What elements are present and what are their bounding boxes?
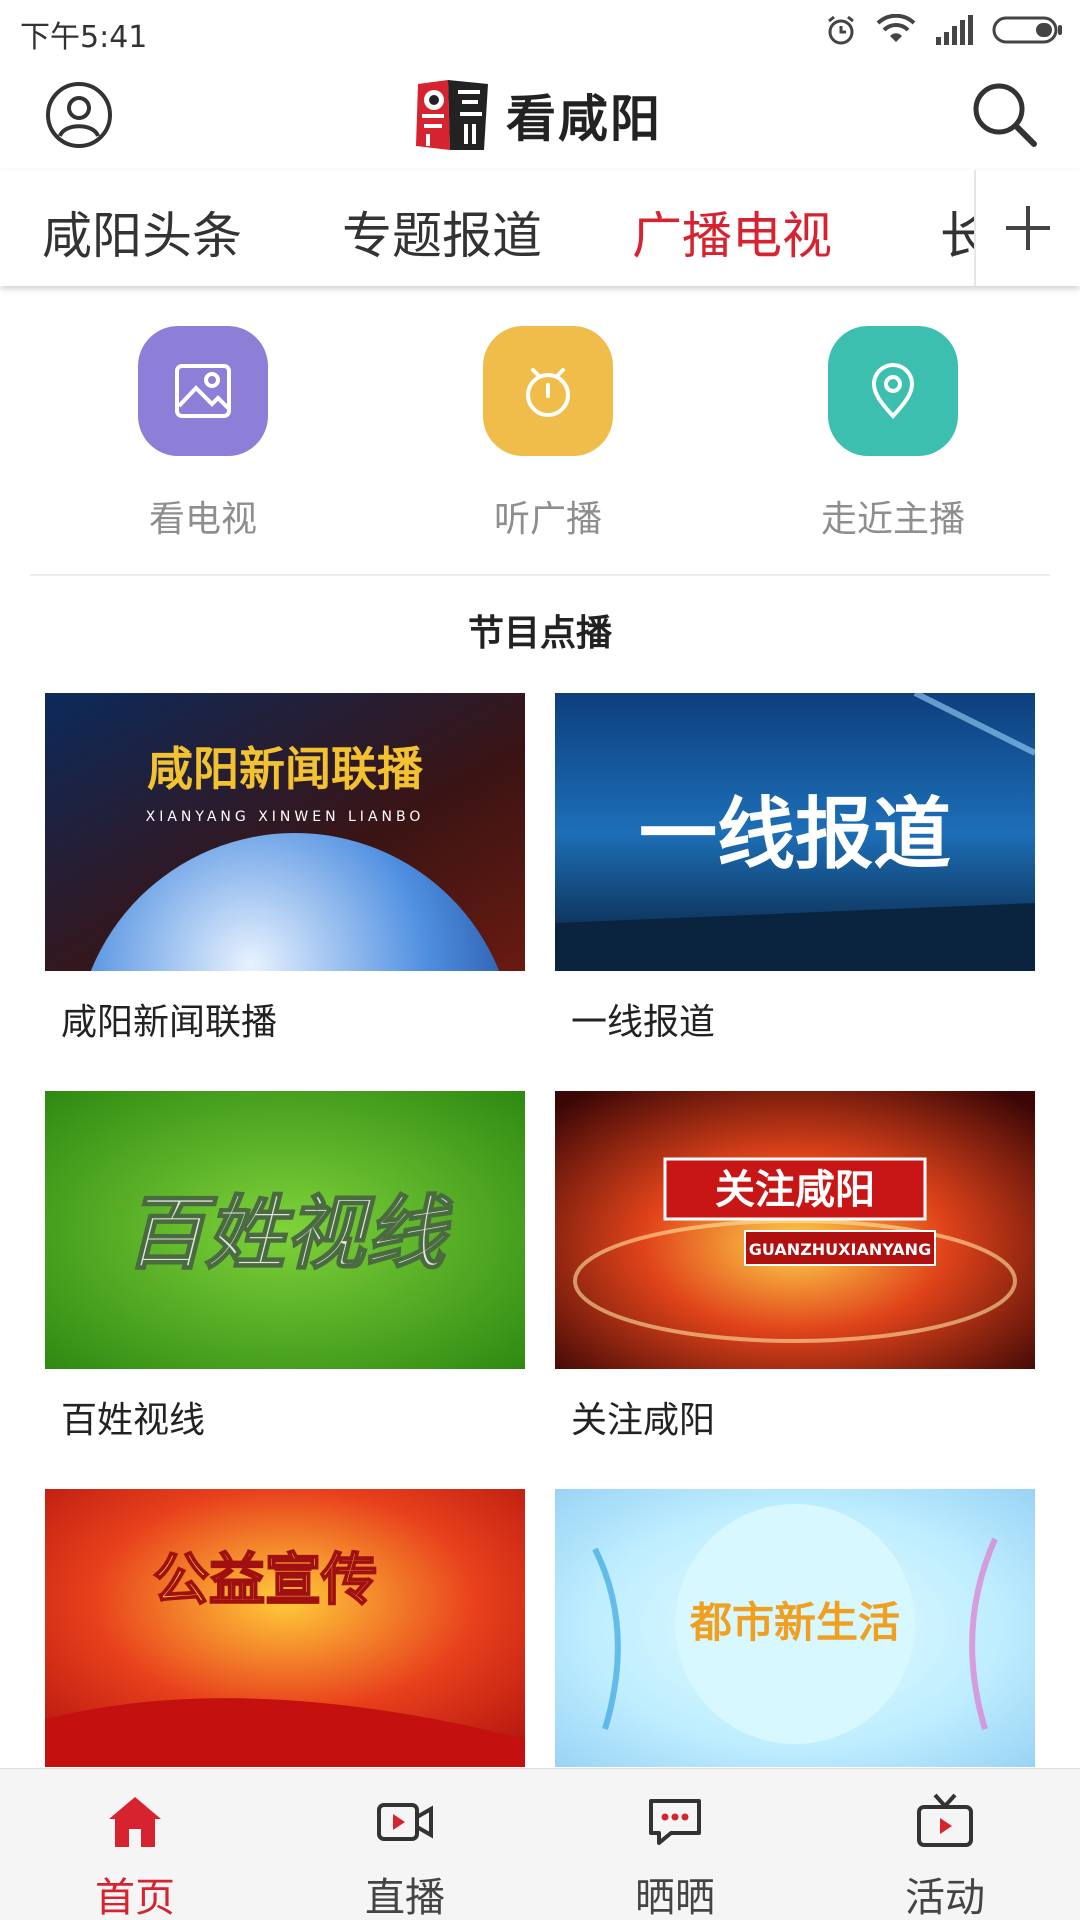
- profile-button[interactable]: [44, 80, 114, 150]
- program-card[interactable]: 公益宣传: [45, 1489, 525, 1767]
- tab-special-reports[interactable]: 专题报道: [342, 196, 542, 268]
- meet-hosts-entry[interactable]: 走近主播: [821, 326, 965, 540]
- program-card[interactable]: 关注咸阳 GUANZHUXIANYANG 关注咸阳: [555, 1091, 1035, 1443]
- nav-live-label: 直播: [365, 1875, 445, 1920]
- logo-text: 看咸阳: [506, 89, 662, 148]
- watch-tv-entry[interactable]: 看电视: [138, 326, 268, 540]
- location-pin-icon: [871, 363, 915, 419]
- image-icon: [175, 364, 231, 418]
- add-tab-button[interactable]: [998, 198, 1058, 258]
- thumb-title-3: 百姓视线: [125, 1186, 453, 1280]
- program-title: 关注咸阳: [571, 1400, 716, 1441]
- thumb-title-1: 咸阳新闻联播: [147, 742, 424, 796]
- thumb-title-2: 一线报道: [639, 790, 951, 880]
- meet-hosts-icon-bg: [828, 326, 958, 456]
- logo-seal-icon: [416, 80, 488, 150]
- bottom-nav: 首页 直播 晒晒 活动: [0, 1768, 1080, 1920]
- thumb-subtitle-1: XIANYANG XINWEN LIANBO: [146, 809, 425, 825]
- tab-add-area: [974, 170, 1080, 286]
- listen-radio-icon-bg: [483, 326, 613, 456]
- program-card[interactable]: 百姓视线 百姓视线: [45, 1091, 525, 1443]
- program-thumbnail: 一线报道: [555, 693, 1035, 971]
- thumb-title-4: 关注咸阳: [715, 1167, 875, 1213]
- program-title: 一线报道: [571, 1002, 716, 1043]
- chat-bubble-icon: [649, 1799, 701, 1845]
- thumb-title-5: 公益宣传: [153, 1548, 377, 1613]
- section-divider: [30, 574, 1050, 576]
- program-card[interactable]: 一线报道 一线报道: [555, 693, 1035, 1045]
- status-time: 下午5:41: [20, 20, 148, 55]
- program-title: 百姓视线: [61, 1400, 206, 1441]
- meet-hosts-label: 走近主播: [820, 499, 965, 540]
- program-card[interactable]: 都市新生活: [555, 1489, 1035, 1767]
- battery-icon: [992, 16, 1062, 44]
- plus-icon: [1006, 206, 1050, 250]
- nav-activities[interactable]: 活动: [810, 1769, 1080, 1920]
- program-thumbnail: 都市新生活: [555, 1489, 1035, 1767]
- tv-icon: [917, 1793, 973, 1847]
- app-logo: 看咸阳: [410, 72, 662, 158]
- nav-activities-label: 活动: [905, 1875, 985, 1920]
- section-title: 节目点播: [467, 613, 612, 654]
- tab-broadcast-tv[interactable]: 广播电视: [632, 196, 832, 268]
- watch-tv-label: 看电视: [148, 499, 257, 540]
- app-header: 看咸阳: [0, 60, 1080, 170]
- program-thumbnail: 百姓视线: [45, 1091, 525, 1369]
- program-card[interactable]: 咸阳新闻联播 XIANYANG XINWEN LIANBO 咸阳新闻联播: [45, 693, 525, 1045]
- program-thumbnail: 咸阳新闻联播 XIANYANG XINWEN LIANBO: [45, 693, 525, 971]
- nav-home-label: 首页: [95, 1875, 175, 1920]
- status-icons: [824, 10, 1064, 50]
- wifi-icon: [876, 14, 916, 42]
- nav-live[interactable]: 直播: [270, 1769, 540, 1920]
- program-thumbnail: 公益宣传: [45, 1489, 525, 1767]
- listen-radio-entry[interactable]: 听广播: [483, 326, 613, 540]
- program-thumbnail: 关注咸阳 GUANZHUXIANYANG: [555, 1091, 1035, 1369]
- radio-clock-icon: [526, 368, 570, 417]
- nav-share-label: 晒晒: [635, 1875, 715, 1920]
- thumb-title-6: 都市新生活: [689, 1598, 900, 1647]
- watch-tv-icon-bg: [138, 326, 268, 456]
- video-camera-icon: [377, 1803, 433, 1841]
- status-bar: 下午5:41: [0, 0, 1080, 60]
- thumb-subtitle-4: GUANZHUXIANYANG: [749, 1240, 931, 1259]
- search-icon: [973, 83, 1037, 147]
- search-button[interactable]: [968, 78, 1040, 150]
- nav-home[interactable]: 首页: [0, 1769, 270, 1920]
- tab-xianyang-headlines[interactable]: 咸阳头条: [42, 196, 242, 268]
- nav-share[interactable]: 晒晒: [540, 1769, 810, 1920]
- home-icon: [109, 1797, 161, 1847]
- program-title: 咸阳新闻联播: [61, 1002, 278, 1043]
- user-avatar-icon: [46, 82, 112, 148]
- listen-radio-label: 听广播: [493, 499, 602, 540]
- category-tabs: 咸阳头条 专题报道 广播电视 长: [0, 170, 1080, 286]
- signal-icon: [936, 15, 973, 45]
- alarm-icon: [828, 15, 854, 45]
